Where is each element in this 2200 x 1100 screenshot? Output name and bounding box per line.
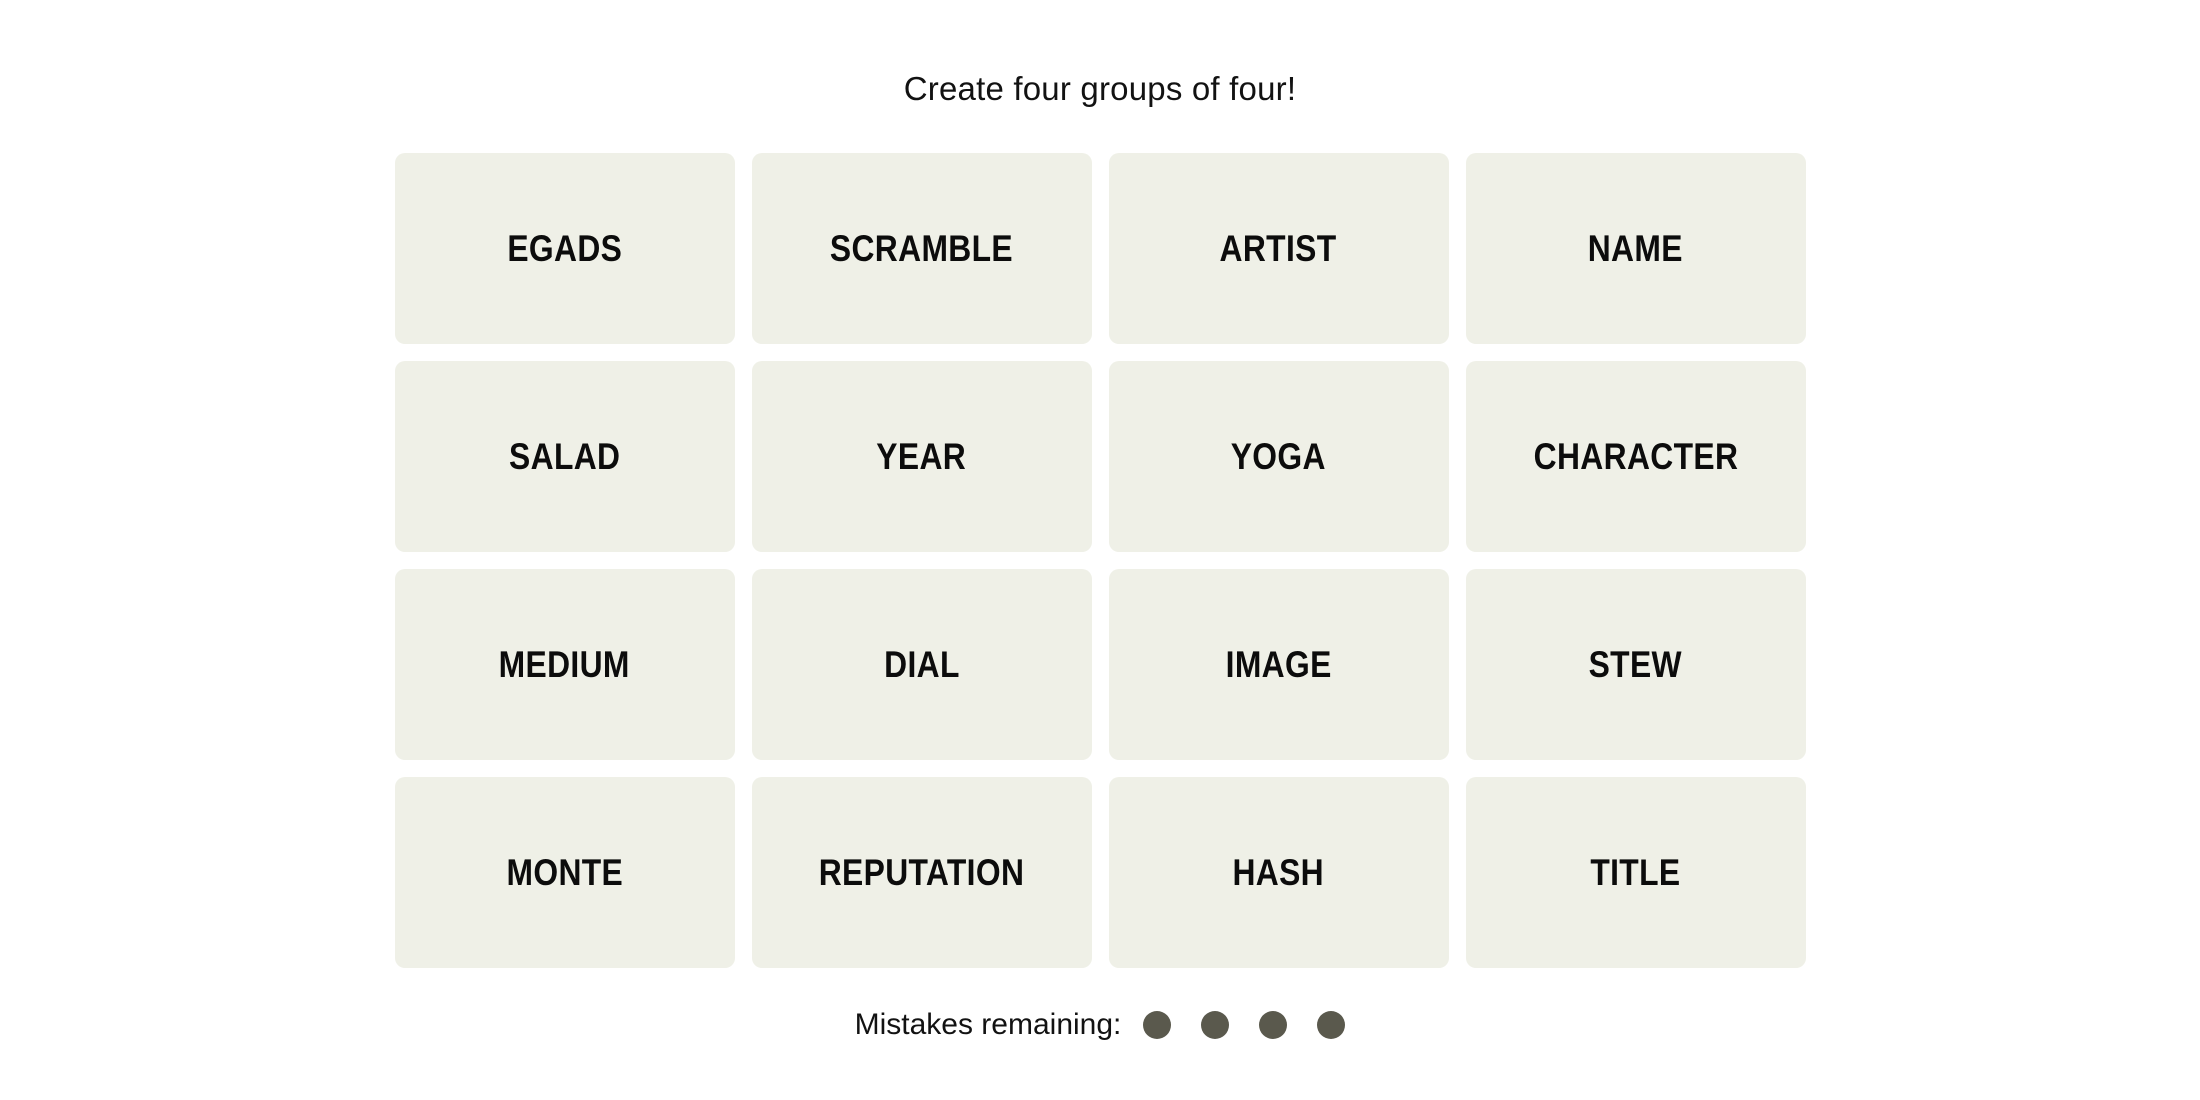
page-title: Create four groups of four!	[903, 70, 1297, 107]
word-tile[interactable]: YEAR	[751, 361, 1092, 552]
word-tile-label: SALAD	[508, 436, 621, 477]
connections-game: Create four groups of four! EGADS SCRAMB…	[0, 0, 2200, 1100]
mistake-dots	[1143, 1011, 1346, 1039]
word-tile[interactable]: MEDIUM	[394, 569, 735, 760]
mistake-dot-icon	[1143, 1011, 1172, 1039]
mistake-dot-icon	[1317, 1011, 1346, 1039]
word-tile-label: YOGA	[1230, 436, 1327, 477]
word-tile[interactable]: IMAGE	[1108, 569, 1449, 760]
word-tile[interactable]: REPUTATION	[751, 777, 1092, 968]
word-tile[interactable]: DIAL	[751, 569, 1092, 760]
mistakes-remaining-bar: Mistakes remaining:	[855, 1010, 1346, 1040]
word-tile-label: REPUTATION	[818, 852, 1025, 893]
word-tile-label: YEAR	[876, 436, 967, 477]
word-tile[interactable]: ARTIST	[1108, 153, 1449, 344]
word-tile[interactable]: YOGA	[1108, 361, 1449, 552]
word-tile-label: MEDIUM	[498, 644, 631, 685]
word-tile[interactable]: NAME	[1465, 153, 1806, 344]
word-tile-label: EGADS	[507, 228, 622, 269]
mistakes-remaining-label: Mistakes remaining:	[854, 1008, 1122, 1041]
word-tile-label: HASH	[1232, 852, 1325, 893]
word-tile[interactable]: SALAD	[394, 361, 735, 552]
word-tile-label: CHARACTER	[1533, 436, 1738, 477]
word-tile[interactable]: TITLE	[1465, 777, 1806, 968]
mistake-dot-icon	[1201, 1011, 1230, 1039]
mistake-dot-icon	[1259, 1011, 1288, 1039]
word-tile[interactable]: MONTE	[394, 777, 735, 968]
word-tile-label: ARTIST	[1220, 228, 1337, 269]
puzzle-grid: EGADS SCRAMBLE ARTIST NAME SALAD YEAR YO…	[394, 153, 1806, 968]
word-tile-label: STEW	[1588, 644, 1683, 685]
word-tile-label: TITLE	[1590, 852, 1681, 893]
word-tile-label: DIAL	[883, 644, 960, 685]
word-tile[interactable]: EGADS	[394, 153, 735, 344]
word-tile[interactable]: HASH	[1108, 777, 1449, 968]
word-tile-label: MONTE	[506, 852, 623, 893]
word-tile-label: IMAGE	[1225, 644, 1332, 685]
word-tile-label: NAME	[1587, 228, 1684, 269]
word-tile[interactable]: SCRAMBLE	[751, 153, 1092, 344]
word-tile[interactable]: CHARACTER	[1465, 361, 1806, 552]
word-tile-label: SCRAMBLE	[829, 228, 1014, 269]
word-tile[interactable]: STEW	[1465, 569, 1806, 760]
